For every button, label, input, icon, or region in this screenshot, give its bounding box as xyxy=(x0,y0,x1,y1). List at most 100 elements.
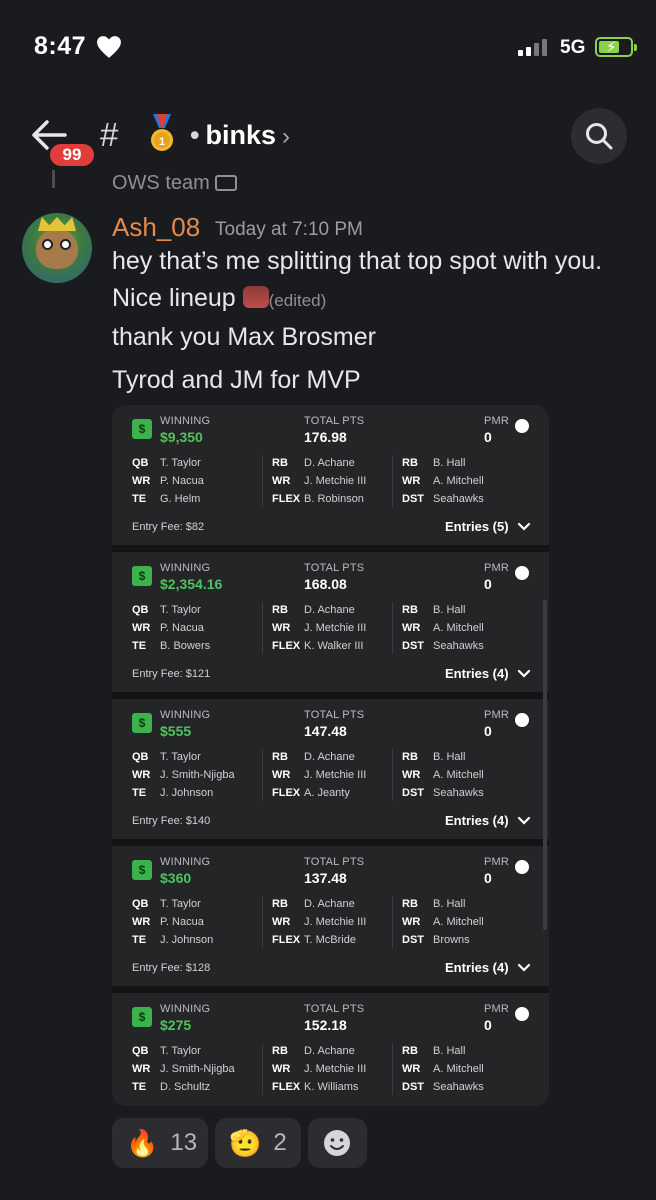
edited-label: (edited) xyxy=(268,291,327,310)
channel-header: 99 # 1 • binks › xyxy=(0,96,656,176)
total-pts-label: TOTAL PTS xyxy=(304,1003,365,1015)
position-label: TE xyxy=(132,787,147,799)
total-pts-label: TOTAL PTS xyxy=(304,415,365,427)
position-label: WR xyxy=(402,916,421,928)
player-name: J. Metchie III xyxy=(304,475,367,487)
position-label: QB xyxy=(132,751,149,763)
lineup-entry[interactable]: $ WINNING $360 TOTAL PTS 137.48 PMR 0 QB T. Tayl… xyxy=(112,846,549,986)
reply-preview[interactable]: OWS team xyxy=(112,172,238,192)
position-label: QB xyxy=(132,604,149,616)
position-label: RB xyxy=(272,1045,288,1057)
signal-icon xyxy=(518,38,547,56)
player-name: K. Walker III xyxy=(304,640,364,652)
position-label: WR xyxy=(132,916,151,928)
custom-emoji-icon xyxy=(242,286,269,308)
winning-amount: $360 xyxy=(160,870,192,886)
reaction-fire[interactable]: 🔥 13 xyxy=(112,1118,208,1168)
pmr-value: 0 xyxy=(484,723,492,739)
player-name: T. Taylor xyxy=(160,604,201,616)
entries-toggle[interactable]: Entries (4) xyxy=(445,666,509,681)
scrollbar[interactable] xyxy=(543,600,547,930)
svg-text:1: 1 xyxy=(159,136,165,148)
player-name: Browns xyxy=(433,934,470,946)
position-label: RB xyxy=(402,898,418,910)
search-button[interactable] xyxy=(571,108,627,164)
battery-charging-icon: ⚡ xyxy=(595,37,637,57)
select-radio[interactable] xyxy=(515,713,529,727)
unread-badge: 99 xyxy=(47,141,97,169)
pmr-label: PMR xyxy=(484,562,510,574)
player-name: B. Robinson xyxy=(304,493,364,505)
add-reaction-button[interactable] xyxy=(308,1118,367,1168)
fire-icon: 🔥 xyxy=(126,1127,159,1158)
entries-toggle[interactable]: Entries (5) xyxy=(445,519,509,534)
reaction-salute[interactable]: 🫡 2 xyxy=(215,1118,301,1168)
player-name: A. Jeanty xyxy=(304,787,350,799)
salute-icon: 🫡 xyxy=(229,1127,262,1158)
winning-amount: $9,350 xyxy=(160,429,203,445)
position-label: FLEX xyxy=(272,787,301,799)
player-name: B. Hall xyxy=(433,457,466,469)
lineup-image[interactable]: $ WINNING $9,350 TOTAL PTS 176.98 PMR 0 QB T. Ta… xyxy=(112,405,549,1106)
entries-toggle[interactable]: Entries (4) xyxy=(445,960,509,975)
total-pts-value: 176.98 xyxy=(304,429,347,445)
player-name: B. Bowers xyxy=(160,640,211,652)
avatar[interactable] xyxy=(22,213,92,283)
player-name: Seahawks xyxy=(433,493,484,505)
position-label: RB xyxy=(272,457,288,469)
pmr-label: PMR xyxy=(484,856,510,868)
position-label: WR xyxy=(402,1063,421,1075)
lineup-entry[interactable]: $ WINNING $2,354.16 TOTAL PTS 168.08 PMR 0 QB T.… xyxy=(112,552,549,692)
player-name: T. Taylor xyxy=(160,898,201,910)
player-name: A. Mitchell xyxy=(433,622,484,634)
total-pts-value: 152.18 xyxy=(304,1017,347,1033)
chevron-down-icon[interactable] xyxy=(517,669,531,679)
position-label: WR xyxy=(402,622,421,634)
select-radio[interactable] xyxy=(515,860,529,874)
chevron-down-icon[interactable] xyxy=(517,816,531,826)
player-name: P. Nacua xyxy=(160,622,204,634)
winning-label: WINNING xyxy=(160,709,211,721)
player-name: K. Williams xyxy=(304,1081,359,1093)
position-label: WR xyxy=(272,769,291,781)
channel-title[interactable]: • binks › xyxy=(190,120,290,151)
winning-label: WINNING xyxy=(160,856,211,868)
total-pts-value: 147.48 xyxy=(304,723,347,739)
entries-toggle[interactable]: Entries (4) xyxy=(445,813,509,828)
player-name: Seahawks xyxy=(433,787,484,799)
position-label: FLEX xyxy=(272,934,301,946)
winning-label: WINNING xyxy=(160,415,211,427)
select-radio[interactable] xyxy=(515,566,529,580)
position-label: RB xyxy=(402,1045,418,1057)
reaction-count: 2 xyxy=(273,1129,287,1156)
player-name: J. Metchie III xyxy=(304,1063,367,1075)
position-label: RB xyxy=(272,604,288,616)
chevron-down-icon[interactable] xyxy=(517,522,531,532)
money-bag-icon: $ xyxy=(132,566,152,586)
message-text: Nice lineup (edited) xyxy=(112,284,327,312)
reply-connector xyxy=(52,170,55,188)
position-label: TE xyxy=(132,493,147,505)
lineup-entry[interactable]: $ WINNING $9,350 TOTAL PTS 176.98 PMR 0 QB T. Ta… xyxy=(112,405,549,545)
position-label: TE xyxy=(132,934,147,946)
player-name: T. Taylor xyxy=(160,751,201,763)
player-name: D. Achane xyxy=(304,457,355,469)
select-radio[interactable] xyxy=(515,419,529,433)
player-name: B. Hall xyxy=(433,604,466,616)
chevron-down-icon[interactable] xyxy=(517,963,531,973)
entry-fee: Entry Fee: $82 xyxy=(132,521,205,533)
player-name: J. Smith-Njigba xyxy=(160,769,235,781)
channel-name: binks xyxy=(205,120,276,150)
lineup-entry[interactable]: $ WINNING $275 TOTAL PTS 152.18 PMR 0 QB T. Tayl… xyxy=(112,993,549,1106)
player-name: J. Johnson xyxy=(160,787,214,799)
pmr-value: 0 xyxy=(484,1017,492,1033)
search-icon xyxy=(586,123,613,150)
player-name: D. Achane xyxy=(304,1045,355,1057)
lineup-entry[interactable]: $ WINNING $555 TOTAL PTS 147.48 PMR 0 QB T. Tayl… xyxy=(112,699,549,839)
winning-amount: $555 xyxy=(160,723,192,739)
channel-hash-icon: # xyxy=(100,116,119,153)
position-label: FLEX xyxy=(272,493,301,505)
select-radio[interactable] xyxy=(515,1007,529,1021)
username[interactable]: Ash_08 xyxy=(112,212,200,243)
money-bag-icon: $ xyxy=(132,713,152,733)
